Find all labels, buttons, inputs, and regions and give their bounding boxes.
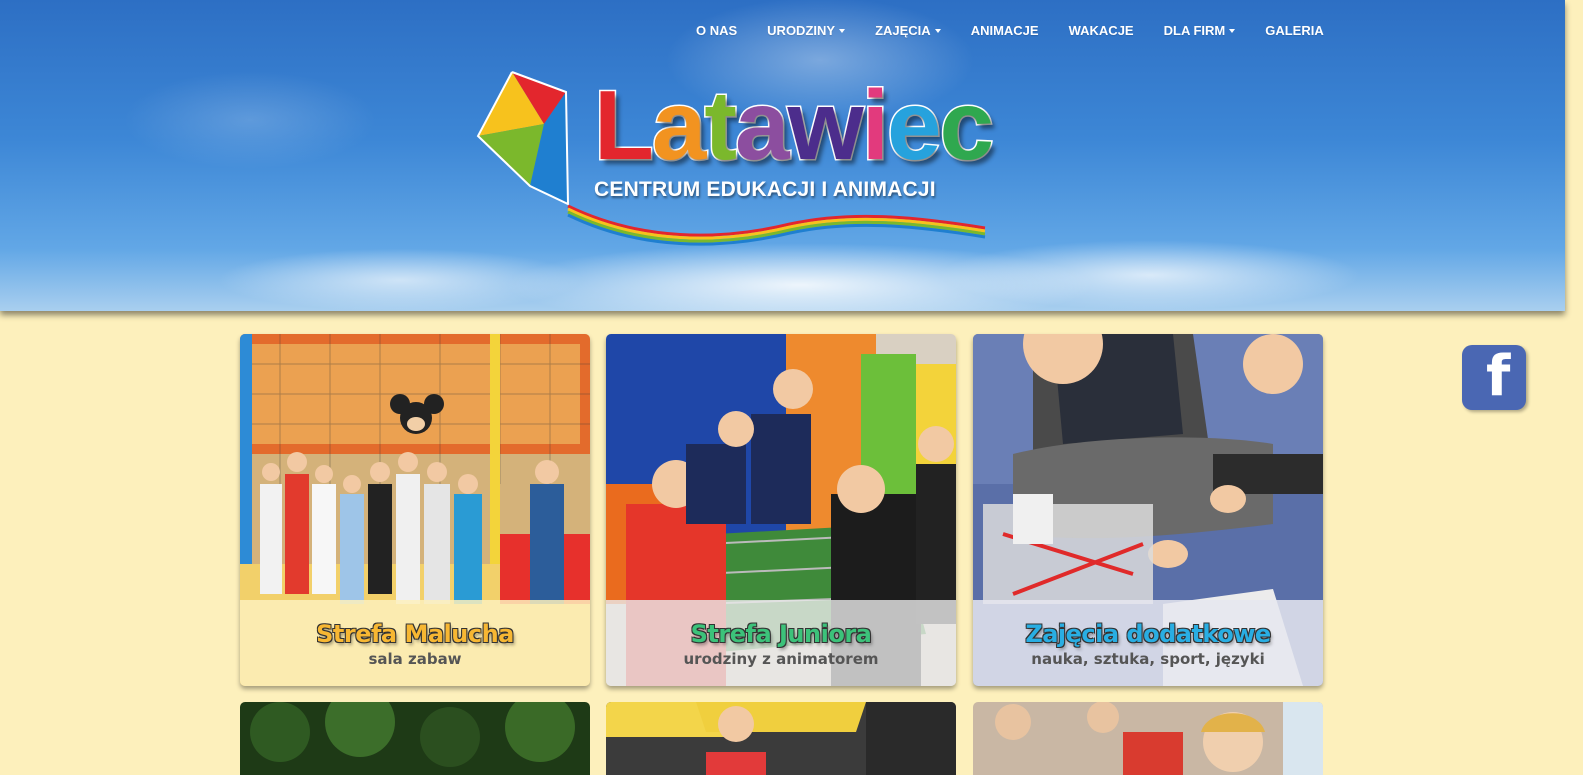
card-photo — [973, 702, 1323, 775]
card-subtitle: nauka, sztuka, sport, języki — [1031, 650, 1265, 669]
nav-item-galeria[interactable]: GALERIA — [1265, 23, 1324, 38]
site-header: O NAS URODZINY ZAJĘCIA ANIMACJE WAKACJE … — [0, 0, 1565, 311]
site-logo[interactable]: Latawiec CENTRUM EDUKACJI I ANIMACJI — [470, 66, 1000, 251]
card-photo — [240, 702, 590, 775]
logo-letter: a — [734, 70, 791, 180]
card-row2-3[interactable] — [973, 702, 1323, 775]
logo-letter: a — [650, 70, 707, 180]
logo-letter: i — [860, 70, 890, 180]
card-strefa-juniora[interactable]: Strefa Juniora urodziny z animatorem — [606, 334, 956, 686]
nav-item-o-nas[interactable]: O NAS — [696, 23, 737, 38]
caret-down-icon — [839, 28, 846, 33]
card-subtitle: sala zabaw — [368, 650, 462, 669]
card-row2-1[interactable] — [240, 702, 590, 775]
logo-letter: w — [786, 70, 865, 180]
caret-down-icon — [1229, 28, 1236, 33]
logo-title: Latawiec — [593, 75, 996, 176]
card-title: Strefa Juniora — [690, 620, 872, 648]
card-subtitle: urodziny z animatorem — [683, 650, 879, 669]
card-photo — [606, 702, 956, 775]
logo-letter: e — [886, 70, 943, 180]
card-caption: Strefa Juniora urodziny z animatorem — [606, 600, 956, 686]
card-caption: Strefa Malucha sala zabaw — [240, 600, 590, 686]
nav-item-animacje[interactable]: ANIMACJE — [971, 23, 1039, 38]
card-title: Strefa Malucha — [316, 620, 514, 648]
card-zajecia-dodatkowe[interactable]: Zajęcia dodatkowe nauka, sztuka, sport, … — [973, 334, 1323, 686]
card-title: Zajęcia dodatkowe — [1025, 620, 1271, 648]
nav-item-urodziny[interactable]: URODZINY — [767, 23, 846, 38]
logo-letter: c — [938, 70, 995, 180]
logo-subtitle: CENTRUM EDUKACJI I ANIMACJI — [594, 178, 936, 201]
nav-item-dla-firm[interactable]: DLA FIRM — [1164, 23, 1236, 38]
logo-letter: t — [703, 70, 739, 180]
card-row2-2[interactable] — [606, 702, 956, 775]
card-caption: Zajęcia dodatkowe nauka, sztuka, sport, … — [973, 600, 1323, 686]
nav-item-zajecia[interactable]: ZAJĘCIA — [875, 23, 941, 38]
logo-letter: L — [593, 70, 656, 180]
facebook-link[interactable]: f — [1462, 345, 1526, 410]
nav-item-wakacje[interactable]: WAKACJE — [1069, 23, 1134, 38]
main-nav: O NAS URODZINY ZAJĘCIA ANIMACJE WAKACJE … — [696, 23, 1354, 38]
card-strefa-malucha[interactable]: Strefa Malucha sala zabaw — [240, 334, 590, 686]
caret-down-icon — [934, 28, 941, 33]
facebook-icon: f — [1486, 344, 1511, 409]
